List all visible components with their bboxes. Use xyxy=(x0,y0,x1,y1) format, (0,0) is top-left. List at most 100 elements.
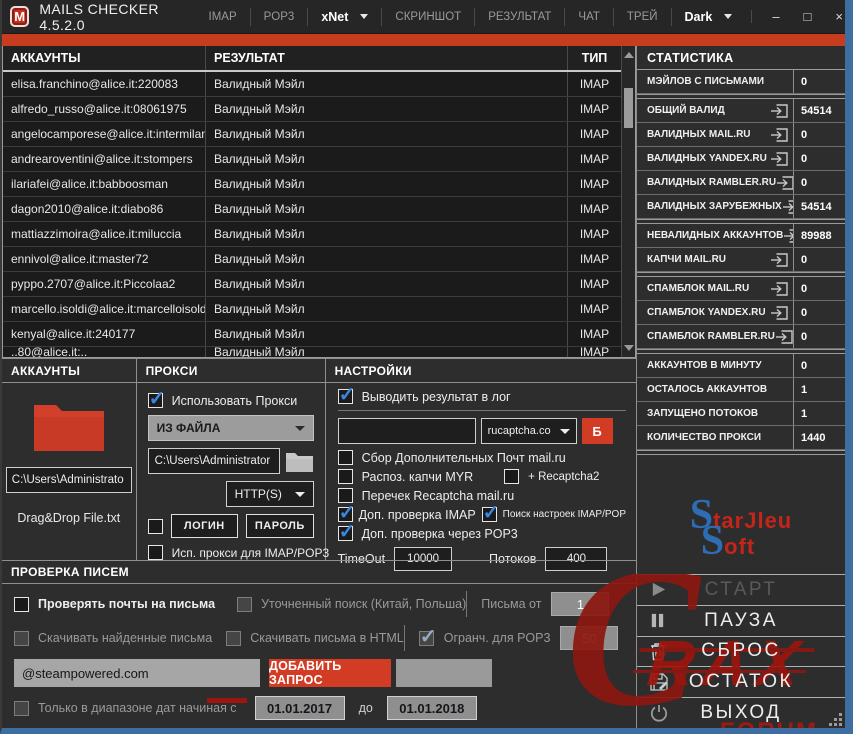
menu-item[interactable]: IMAP xyxy=(196,8,250,26)
imap-pop-search-checkbox[interactable] xyxy=(481,500,499,525)
menu-item-label: РЕЗУЛЬТАТ xyxy=(488,10,552,23)
export-icon[interactable] xyxy=(770,305,788,320)
settings-panel: НАСТРОЙКИ Выводить результат в лог rucap… xyxy=(324,359,636,571)
table-row[interactable]: angelocamporese@alice.it:intermilan Вали… xyxy=(3,122,621,147)
menu-item[interactable]: POP3 xyxy=(249,7,308,26)
menu-item[interactable]: Dark xyxy=(670,7,746,26)
cell-result: Валидный Мэйл xyxy=(205,347,567,357)
maximize-button[interactable]: □ xyxy=(804,10,812,23)
table-row[interactable]: pyppo.2707@alice.it:Piccolaa2 Валидный М… xyxy=(3,272,621,297)
date-to-input[interactable]: 01.01.2018 xyxy=(386,696,477,720)
stat-row-wrap: ВАЛИДНЫХ ЗАРУБЕЖНЫХ 54514 xyxy=(637,195,845,219)
column-header-result[interactable]: РЕЗУЛЬТАТ xyxy=(205,46,567,70)
stats-bottom-separator xyxy=(637,450,845,455)
pop3-limit-input[interactable]: 50 xyxy=(560,626,619,650)
cell-account: ilariafei@alice.it:babboosman xyxy=(11,177,168,191)
date-from-input[interactable]: 01.01.2017 xyxy=(254,696,345,720)
pop3-limit-checkbox[interactable] xyxy=(418,624,436,649)
menu-item[interactable]: ЧАТ xyxy=(564,7,612,26)
proxy-auth-checkbox[interactable] xyxy=(147,518,163,534)
add-query-button[interactable]: ДОБАВИТЬ ЗАПРОС xyxy=(269,659,391,687)
export-icon[interactable] xyxy=(776,175,793,190)
export-icon[interactable] xyxy=(770,103,788,118)
scroll-down-icon[interactable] xyxy=(622,341,635,355)
use-proxy-checkbox[interactable] xyxy=(147,386,165,411)
stat-value: 0 xyxy=(793,70,845,93)
table-row[interactable]: elisa.franchino@alice.it:220083 Валидный… xyxy=(3,72,621,97)
proxy-source-select[interactable]: ИЗ ФАЙЛА xyxy=(147,415,314,441)
export-icon[interactable] xyxy=(770,281,788,296)
table-row[interactable]: ilariafei@alice.it:babboosman Валидный М… xyxy=(3,172,621,197)
menu-item[interactable]: ТРЕЙ xyxy=(612,7,671,26)
download-mails-checkbox[interactable] xyxy=(14,630,29,646)
log-output-checkbox[interactable] xyxy=(337,382,355,407)
stat-row: ОБЩИЙ ВАЛИД 54514 xyxy=(637,99,845,123)
exit-button[interactable]: ВЫХОД xyxy=(637,697,845,728)
recaptcha2-checkbox[interactable] xyxy=(504,469,520,484)
export-icon[interactable] xyxy=(770,252,788,267)
use-proxy-label: Использовать Прокси xyxy=(171,393,298,408)
table-row[interactable]: dagon2010@alice.it:diabo86 Валидный Мэйл… xyxy=(3,197,621,222)
proxy-password-button[interactable]: ПАРОЛЬ xyxy=(246,514,314,538)
stat-label: ВАЛИДНЫХ RAMBLER.RU xyxy=(647,177,777,188)
export-icon[interactable] xyxy=(775,329,793,344)
query-list-box[interactable] xyxy=(396,659,492,687)
keyword-input[interactable]: Приветствую вас, xyxy=(372,728,574,734)
menu-item[interactable]: РЕЗУЛЬТАТ xyxy=(474,7,564,26)
menu-item[interactable]: xNet xyxy=(307,7,381,26)
scroll-up-icon[interactable] xyxy=(622,48,635,62)
refined-search-checkbox[interactable] xyxy=(237,596,253,612)
settings-panel-title: НАСТРОЙКИ xyxy=(325,359,636,383)
check-mails-checkbox[interactable] xyxy=(14,596,29,612)
reset-button[interactable]: СБРОС xyxy=(637,635,845,667)
browse-folder-icon[interactable] xyxy=(285,450,314,473)
start-button[interactable]: СТАРТ xyxy=(637,574,845,605)
stat-value: 1440 xyxy=(793,426,845,449)
table-row[interactable]: ..80@alice.it:.. Валидный Мэйл IMAP xyxy=(3,347,621,357)
query-input[interactable]: @steampowered.com xyxy=(14,659,260,687)
date-range-checkbox[interactable] xyxy=(14,700,29,716)
stat-row-wrap: НЕВАЛИДНЫХ АККАУНТОВ 89988 xyxy=(637,219,845,248)
accounts-panel: АККАУНТЫ C:\Users\Administrato Drag&Drop… xyxy=(2,359,136,560)
menu-item[interactable]: СКРИНШОТ xyxy=(381,7,474,26)
download-html-checkbox[interactable] xyxy=(226,630,242,646)
scrollbar-thumb[interactable] xyxy=(624,88,633,128)
proxy-protocol-select[interactable]: HTTP(S) xyxy=(225,481,314,507)
accounts-file-path[interactable]: C:\Users\Administrato xyxy=(5,467,132,493)
letters-from-label: Письма от xyxy=(481,597,542,611)
table-scrollbar[interactable] xyxy=(621,46,635,357)
balance-button[interactable]: Б xyxy=(581,418,613,444)
table-row[interactable]: ennivol@alice.it:master72 Валидный Мэйл … xyxy=(3,247,621,272)
export-icon[interactable] xyxy=(770,127,788,142)
pause-button[interactable]: ПАУЗА xyxy=(637,604,845,636)
minimize-button[interactable]: – xyxy=(772,10,779,23)
close-button[interactable]: × xyxy=(835,10,843,23)
table-row[interactable]: kenyal@alice.it:240177 Валидный Мэйл IMA… xyxy=(3,322,621,347)
proxy-imap-pop3-checkbox[interactable] xyxy=(147,545,163,560)
proxy-path-input[interactable]: C:\Users\Administrator xyxy=(147,448,280,474)
table-row[interactable]: andrearoventini@alice.it:stompers Валидн… xyxy=(3,147,621,172)
date-range-label: Только в диапазоне дат начиная с xyxy=(38,701,237,715)
table-row[interactable]: alfredo_russo@alice.it:08061975 Валидный… xyxy=(3,97,621,122)
letters-from-input[interactable]: 1 xyxy=(551,592,610,616)
table-row[interactable]: marcello.isoldi@alice.it:marcelloisold В… xyxy=(3,297,621,322)
mail-check-title: ПРОВЕРКА ПИСЕМ xyxy=(2,561,636,584)
collect-extra-mails-checkbox[interactable] xyxy=(337,450,353,465)
captcha-key-input[interactable] xyxy=(337,418,476,444)
captcha-service-select[interactable]: rucaptcha.co xyxy=(480,418,577,444)
column-header-type[interactable]: ТИП xyxy=(567,46,621,70)
column-header-accounts[interactable]: АККАУНТЫ xyxy=(3,46,205,70)
export-icon[interactable] xyxy=(783,228,793,243)
stat-row: КАПЧИ MAIL.RU 0 xyxy=(637,248,845,272)
table-row[interactable]: mattiazzimoira@alice.it:miluccia Валидны… xyxy=(3,222,621,247)
pop3-limit-label: Огранч. для POP3 xyxy=(443,631,551,645)
resize-grip[interactable] xyxy=(829,713,842,726)
myr-captcha-checkbox[interactable] xyxy=(337,469,353,484)
proxy-login-button[interactable]: ЛОГИН xyxy=(170,514,239,538)
menu-item-label: Dark xyxy=(684,9,713,24)
remainder-button[interactable]: ОСТАТОК xyxy=(637,666,845,697)
export-icon[interactable] xyxy=(782,199,793,214)
drop-folder-icon[interactable] xyxy=(2,397,136,455)
export-icon[interactable] xyxy=(770,151,788,166)
pop3-check-checkbox[interactable] xyxy=(337,519,355,544)
